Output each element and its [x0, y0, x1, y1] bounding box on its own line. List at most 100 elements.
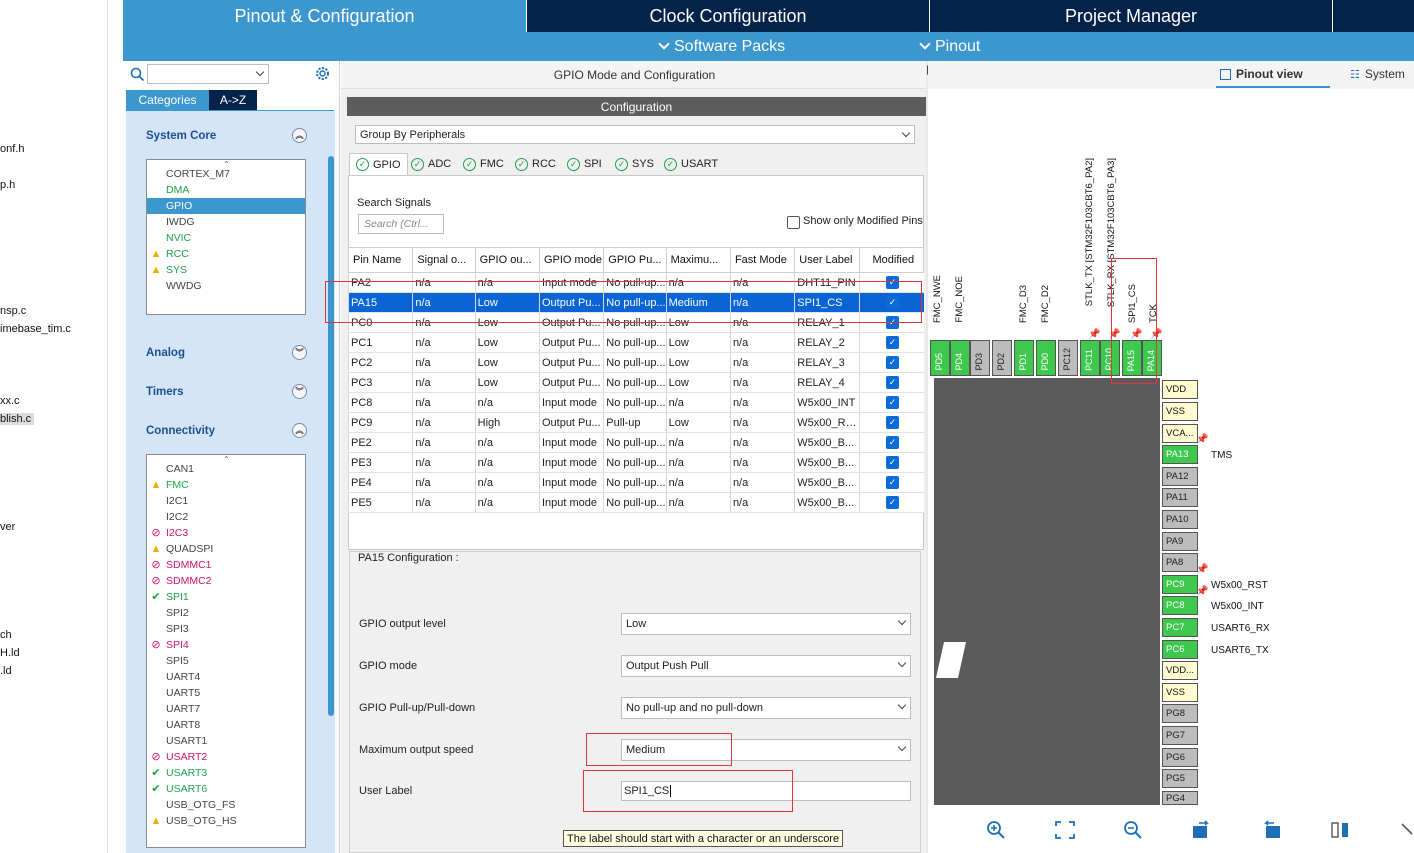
more-tools-icon[interactable] [1398, 820, 1414, 840]
category-item-i2c3[interactable]: ⊘ I2C3 [147, 525, 305, 541]
pin-pc11[interactable]: PC11 [1080, 340, 1100, 376]
pin-pa10[interactable]: PA10 [1162, 510, 1198, 529]
file-item[interactable]: H.ld [0, 647, 20, 659]
table-row[interactable]: PC9 n/a High Output Pu... Pull-up Low n/a W5x00… [347, 412, 924, 433]
category-item-usart6[interactable]: ✔ USART6 [147, 781, 305, 797]
category-item-gpio[interactable]: GPIO [147, 198, 305, 214]
pin-vss-2[interactable]: VSS [1162, 683, 1198, 702]
pin-pa13[interactable]: PA13 [1162, 445, 1198, 464]
table-row[interactable]: PE2 n/a n/a Input mode No pull-up... n/a n/a W5… [347, 432, 924, 453]
pin-pd3[interactable]: PD3 [970, 340, 990, 376]
pin-pc9[interactable]: PC9 [1162, 575, 1198, 594]
column-header[interactable]: GPIO Pu... [603, 247, 667, 273]
system-core-header[interactable]: System Core ︽ [136, 123, 317, 149]
category-item-spi2[interactable]: SPI2 [147, 605, 305, 621]
column-header[interactable]: Maximu... [665, 247, 731, 273]
category-item-sys[interactable]: ▲ SYS [147, 262, 305, 278]
tab-a-z[interactable]: A->Z [209, 90, 257, 110]
column-header[interactable]: GPIO ou... [474, 247, 540, 273]
system-view-tab[interactable]: ☷ System [1350, 67, 1405, 81]
category-item-usart2[interactable]: ⊘ USART2 [147, 749, 305, 765]
tab-adc[interactable]: ✓ ADC [405, 153, 457, 175]
category-item-i2c2[interactable]: I2C2 [147, 509, 305, 525]
category-item-i2c1[interactable]: I2C1 [147, 493, 305, 509]
tab-tools[interactable] [1333, 0, 1414, 32]
table-row[interactable]: PE4 n/a n/a Input mode No pull-up... n/a n/a W5… [347, 472, 924, 493]
pin-pd2[interactable]: PD2 [992, 340, 1012, 376]
category-item-quadspi[interactable]: ▲ QUADSPI [147, 541, 305, 557]
collapse-icon[interactable]: ︽ [292, 128, 307, 143]
category-item-sdmmc1[interactable]: ⊘ SDMMC1 [147, 557, 305, 573]
pin-pc8[interactable]: PC8 [1162, 596, 1198, 615]
file-item[interactable]: onf.h [0, 143, 24, 155]
group-by-select[interactable]: Group By Peripherals [355, 125, 915, 144]
search-icon[interactable] [130, 67, 145, 82]
connectivity-header[interactable]: Connectivity ︽ [136, 418, 317, 444]
modified-checkbox[interactable]: ✓ [886, 456, 900, 469]
category-item-usb-otg-hs[interactable]: ▲ USB_OTG_HS [147, 813, 305, 829]
modified-checkbox[interactable]: ✓ [886, 376, 900, 389]
expand-icon[interactable]: ︾ [292, 345, 307, 360]
pin-pg6[interactable]: PG6 [1162, 748, 1198, 767]
tab-clock-configuration[interactable]: Clock Configuration [527, 0, 929, 32]
category-item-cortex[interactable]: CORTEX_M7 [147, 166, 305, 182]
table-row[interactable]: PC3 n/a Low Output Pu... No pull-up... Low n/a… [347, 372, 924, 393]
table-row[interactable]: PC2 n/a Low Output Pu... No pull-up... Low n/a… [347, 352, 924, 373]
fit-screen-icon[interactable] [1054, 820, 1076, 840]
category-item-usb-otg-fs[interactable]: USB_OTG_FS [147, 797, 305, 813]
tab-sys[interactable]: ✓ SYS [609, 153, 660, 175]
file-item[interactable]: nsp.c [0, 305, 26, 317]
pin-vdd[interactable]: VDD [1162, 380, 1198, 399]
gpio-mode-select[interactable]: Output Push Pull [621, 655, 911, 677]
search-signals-input[interactable]: Search (Ctrl... [358, 214, 444, 234]
tab-spi[interactable]: ✓ SPI [561, 153, 608, 175]
pin-pa8[interactable]: PA8 [1162, 553, 1198, 572]
pin-pg8[interactable]: PG8 [1162, 704, 1198, 723]
pin-pg5[interactable]: PG5 [1162, 769, 1198, 788]
modified-checkbox[interactable]: ✓ [886, 356, 900, 369]
tab-project-manager[interactable]: Project Manager [930, 0, 1332, 32]
tab-gpio[interactable]: ✓ GPIO [349, 153, 408, 175]
table-row[interactable]: PE5 n/a n/a Input mode No pull-up... n/a n/a W5… [347, 492, 924, 513]
category-search-combo[interactable] [147, 64, 269, 84]
modified-checkbox[interactable]: ✓ [886, 476, 900, 489]
modified-checkbox[interactable]: ✓ [886, 496, 900, 509]
pinout-view-tab[interactable]: Pinout view [1220, 67, 1303, 81]
category-item-uart4[interactable]: UART4 [147, 669, 305, 685]
category-item-spi5[interactable]: SPI5 [147, 653, 305, 669]
column-header[interactable]: Signal o... [412, 247, 476, 273]
split-view-icon[interactable] [1329, 820, 1351, 840]
category-item-uart7[interactable]: UART7 [147, 701, 305, 717]
column-header[interactable]: Modified [858, 247, 925, 273]
column-header[interactable]: Pin Name [347, 247, 414, 273]
category-item-wwdg[interactable]: WWDG [147, 278, 305, 294]
pin-pg7[interactable]: PG7 [1162, 726, 1198, 745]
modified-checkbox[interactable]: ✓ [886, 436, 900, 449]
gear-icon[interactable] [314, 65, 331, 82]
file-item[interactable]: ver [0, 521, 15, 533]
file-item[interactable]: ch [0, 629, 12, 641]
category-item-spi4[interactable]: ⊘ SPI4 [147, 637, 305, 653]
file-item-selected[interactable]: blish.c [0, 413, 34, 425]
rotate-left-icon[interactable] [1260, 820, 1282, 840]
tab-fmc[interactable]: ✓ FMC [457, 153, 510, 175]
column-header[interactable]: User Label [794, 247, 860, 273]
analog-header[interactable]: Analog ︾ [136, 340, 317, 366]
category-item-dma[interactable]: DMA [147, 182, 305, 198]
category-item-rcc[interactable]: ▲ RCC [147, 246, 305, 262]
category-item-uart5[interactable]: UART5 [147, 685, 305, 701]
pin-pc7[interactable]: PC7 [1162, 618, 1198, 637]
modified-checkbox[interactable]: ✓ [886, 336, 900, 349]
zoom-in-icon[interactable] [985, 820, 1007, 840]
category-item-uart8[interactable]: UART8 [147, 717, 305, 733]
tab-categories[interactable]: Categories [126, 90, 209, 110]
pin-pd4[interactable]: PD4 [950, 340, 970, 376]
file-item[interactable]: imebase_tim.c [0, 323, 71, 335]
tab-rcc[interactable]: ✓ RCC [509, 153, 562, 175]
category-item-can1[interactable]: CAN1 [147, 461, 305, 477]
pin-pa12[interactable]: PA12 [1162, 467, 1198, 486]
zoom-out-icon[interactable] [1122, 820, 1144, 840]
category-item-sdmmc2[interactable]: ⊘ SDMMC2 [147, 573, 305, 589]
pin-vss[interactable]: VSS [1162, 402, 1198, 421]
category-item-fmc[interactable]: ▲ FMC [147, 477, 305, 493]
